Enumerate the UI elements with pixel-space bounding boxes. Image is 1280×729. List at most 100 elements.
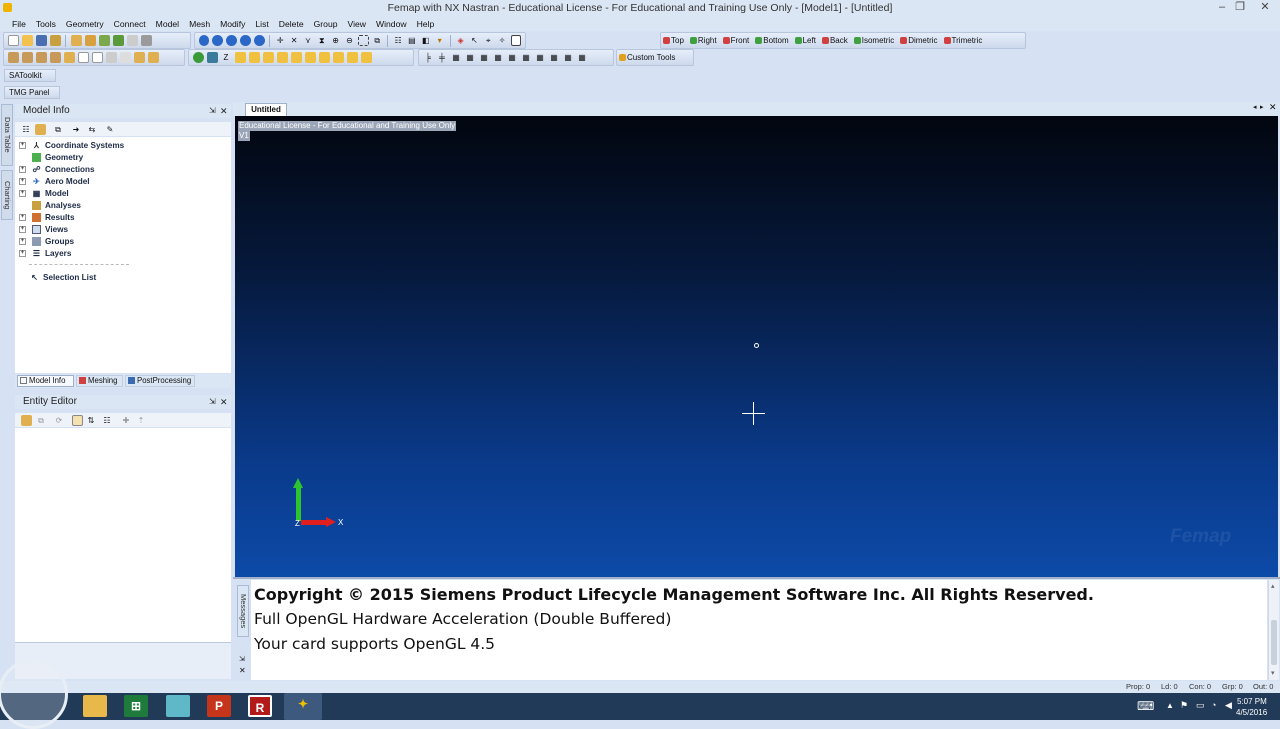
entity-icon-7[interactable] xyxy=(290,52,302,63)
import-icon[interactable] xyxy=(70,35,82,46)
tray-network-icon[interactable]: ▭ xyxy=(1196,700,1205,711)
tree-item-views[interactable]: + Views xyxy=(19,223,68,235)
snap-icon[interactable]: ⌖ xyxy=(483,35,494,46)
analysis-icon[interactable] xyxy=(112,35,124,46)
entity-editor-sort-icon[interactable]: ⇅ xyxy=(86,415,97,426)
view-top-button[interactable]: Top xyxy=(663,36,684,45)
mesh-icon-6[interactable]: ▦ xyxy=(493,52,504,63)
rotate-left-icon[interactable] xyxy=(212,35,224,46)
model-info-tool-3[interactable]: ⧉ xyxy=(53,124,64,135)
entity-editor-pin-icon[interactable]: ⇲ xyxy=(209,395,216,409)
rotate-down-icon[interactable] xyxy=(253,35,265,46)
refresh-icon[interactable] xyxy=(192,52,204,63)
model-icon-2[interactable] xyxy=(21,52,33,63)
tree-item-groups[interactable]: + Groups xyxy=(19,235,74,247)
menu-window[interactable]: Window xyxy=(376,19,407,29)
model-icon-10[interactable] xyxy=(133,52,145,63)
menu-mesh[interactable]: Mesh xyxy=(189,19,210,29)
entity-editor-tool-2[interactable]: ⧉ xyxy=(36,415,47,426)
pick-icon[interactable]: ↖ xyxy=(469,35,480,46)
mesh-icon-8[interactable]: ▦ xyxy=(521,52,532,63)
mesh-icon-11[interactable]: ▦ xyxy=(563,52,574,63)
tab-close-icon[interactable]: ✕ xyxy=(1269,102,1277,113)
scroll-up-icon[interactable]: ▴ xyxy=(1271,582,1275,590)
expand-icon[interactable]: + xyxy=(19,189,26,197)
entity-display-icon[interactable]: ▾ xyxy=(434,35,445,46)
view-trimetric-button[interactable]: Trimetric xyxy=(943,36,982,45)
file-explorer-icon[interactable] xyxy=(83,695,107,717)
model-info-tool-5[interactable]: ⇆ xyxy=(87,124,98,135)
menu-model[interactable]: Model xyxy=(156,19,179,29)
maximize-button[interactable]: ❐ xyxy=(1231,0,1249,15)
model-icon-11[interactable] xyxy=(147,52,159,63)
view-front-button[interactable]: Front xyxy=(722,36,749,45)
mesh-icon-5[interactable]: ▦ xyxy=(479,52,490,63)
tab-model-info[interactable]: Model Info xyxy=(17,375,74,387)
menu-connect[interactable]: Connect xyxy=(114,19,146,29)
geometry-import-icon[interactable] xyxy=(98,35,110,46)
regenerate-icon[interactable] xyxy=(198,35,210,46)
pin-icon[interactable]: ⇲ xyxy=(209,104,216,118)
entity-icon-6[interactable] xyxy=(276,52,288,63)
tree-item-connections[interactable]: + ☍ Connections xyxy=(19,163,95,175)
tray-wifi-icon[interactable]: ◔ xyxy=(1211,700,1216,710)
entity-editor-tool-8[interactable]: ⇡ xyxy=(136,415,147,426)
entity-editor-tool-3[interactable]: ⟳ xyxy=(54,415,65,426)
messages-pin-icon[interactable]: ⇲ xyxy=(239,655,245,663)
expand-icon[interactable]: + xyxy=(19,177,26,185)
new-file-icon[interactable] xyxy=(7,35,19,46)
entity-icon-2[interactable]: Z xyxy=(221,52,232,63)
tray-flag-icon[interactable]: ⚑ xyxy=(1180,700,1188,711)
tree-item-selection-list[interactable]: ↖ Selection List xyxy=(30,271,96,283)
entity-editor-tool-6[interactable]: ☷ xyxy=(102,415,113,426)
model-info-close-icon[interactable]: ✕ xyxy=(220,104,228,118)
keyboard-icon[interactable]: ⌨ xyxy=(1137,699,1154,713)
magnify-icon[interactable]: ⋎ xyxy=(303,35,314,46)
clock-date[interactable]: 4/5/2016 xyxy=(1236,708,1267,717)
powerpoint-icon[interactable]: P xyxy=(207,695,231,717)
zoom-out-icon[interactable]: ⊖ xyxy=(344,35,355,46)
entity-icon-3[interactable] xyxy=(234,52,246,63)
tree-item-layers[interactable]: + ☰ Layers xyxy=(19,247,71,259)
start-button[interactable] xyxy=(0,659,68,729)
zoom-in-icon[interactable]: ⊕ xyxy=(330,35,341,46)
mesh-icon-4[interactable]: ▦ xyxy=(465,52,476,63)
model-icon-7[interactable] xyxy=(91,52,103,63)
export-icon[interactable] xyxy=(84,35,96,46)
zoom-select-icon[interactable]: ✕ xyxy=(289,35,300,46)
model-info-tool-2[interactable] xyxy=(34,124,46,135)
entity-editor-lock-icon[interactable] xyxy=(20,415,32,426)
entity-editor-tool-4[interactable] xyxy=(71,415,83,426)
menu-modify[interactable]: Modify xyxy=(220,19,245,29)
menu-delete[interactable]: Delete xyxy=(279,19,304,29)
expand-icon[interactable]: + xyxy=(19,213,26,221)
entity-icon-12[interactable] xyxy=(360,52,372,63)
expand-icon[interactable]: + xyxy=(19,237,26,245)
model-icon-9[interactable] xyxy=(119,52,131,63)
menu-tools[interactable]: Tools xyxy=(36,19,56,29)
model-icon-5[interactable] xyxy=(63,52,75,63)
clock-time[interactable]: 5:07 PM xyxy=(1237,697,1267,706)
model-info-tool-1[interactable]: ☷ xyxy=(21,124,32,135)
tab-postprocessing[interactable]: PostProcessing xyxy=(125,375,195,387)
satoolkit-toolbar[interactable]: SAToolkit xyxy=(4,69,56,82)
entity-icon-8[interactable] xyxy=(304,52,316,63)
view-back-button[interactable]: Back xyxy=(821,36,848,45)
custom-tools-button[interactable]: Custom Tools xyxy=(619,53,675,62)
expand-icon[interactable]: + xyxy=(19,141,26,149)
entity-editor-tool-7[interactable]: ✚ xyxy=(121,415,132,426)
tab-scroll-left-icon[interactable]: ◂ xyxy=(1253,103,1257,111)
femap-taskbar-icon[interactable]: ✦ xyxy=(284,693,322,720)
entity-icon-4[interactable] xyxy=(248,52,260,63)
menu-file[interactable]: File xyxy=(12,19,26,29)
tmg-panel-toolbar[interactable]: TMG Panel xyxy=(4,86,60,99)
tree-item-results[interactable]: + Results xyxy=(19,211,75,223)
expand-icon[interactable]: + xyxy=(19,165,26,173)
mesh-icon-12[interactable]: ▦ xyxy=(577,52,588,63)
entity-icon-9[interactable] xyxy=(318,52,330,63)
data-table-tab[interactable]: Data Table xyxy=(1,104,13,166)
entity-editor-close-icon[interactable]: ✕ xyxy=(220,395,228,409)
model-icon-3[interactable] xyxy=(35,52,47,63)
rectangle-icon[interactable] xyxy=(510,35,522,46)
view-left-button[interactable]: Left xyxy=(794,36,816,45)
